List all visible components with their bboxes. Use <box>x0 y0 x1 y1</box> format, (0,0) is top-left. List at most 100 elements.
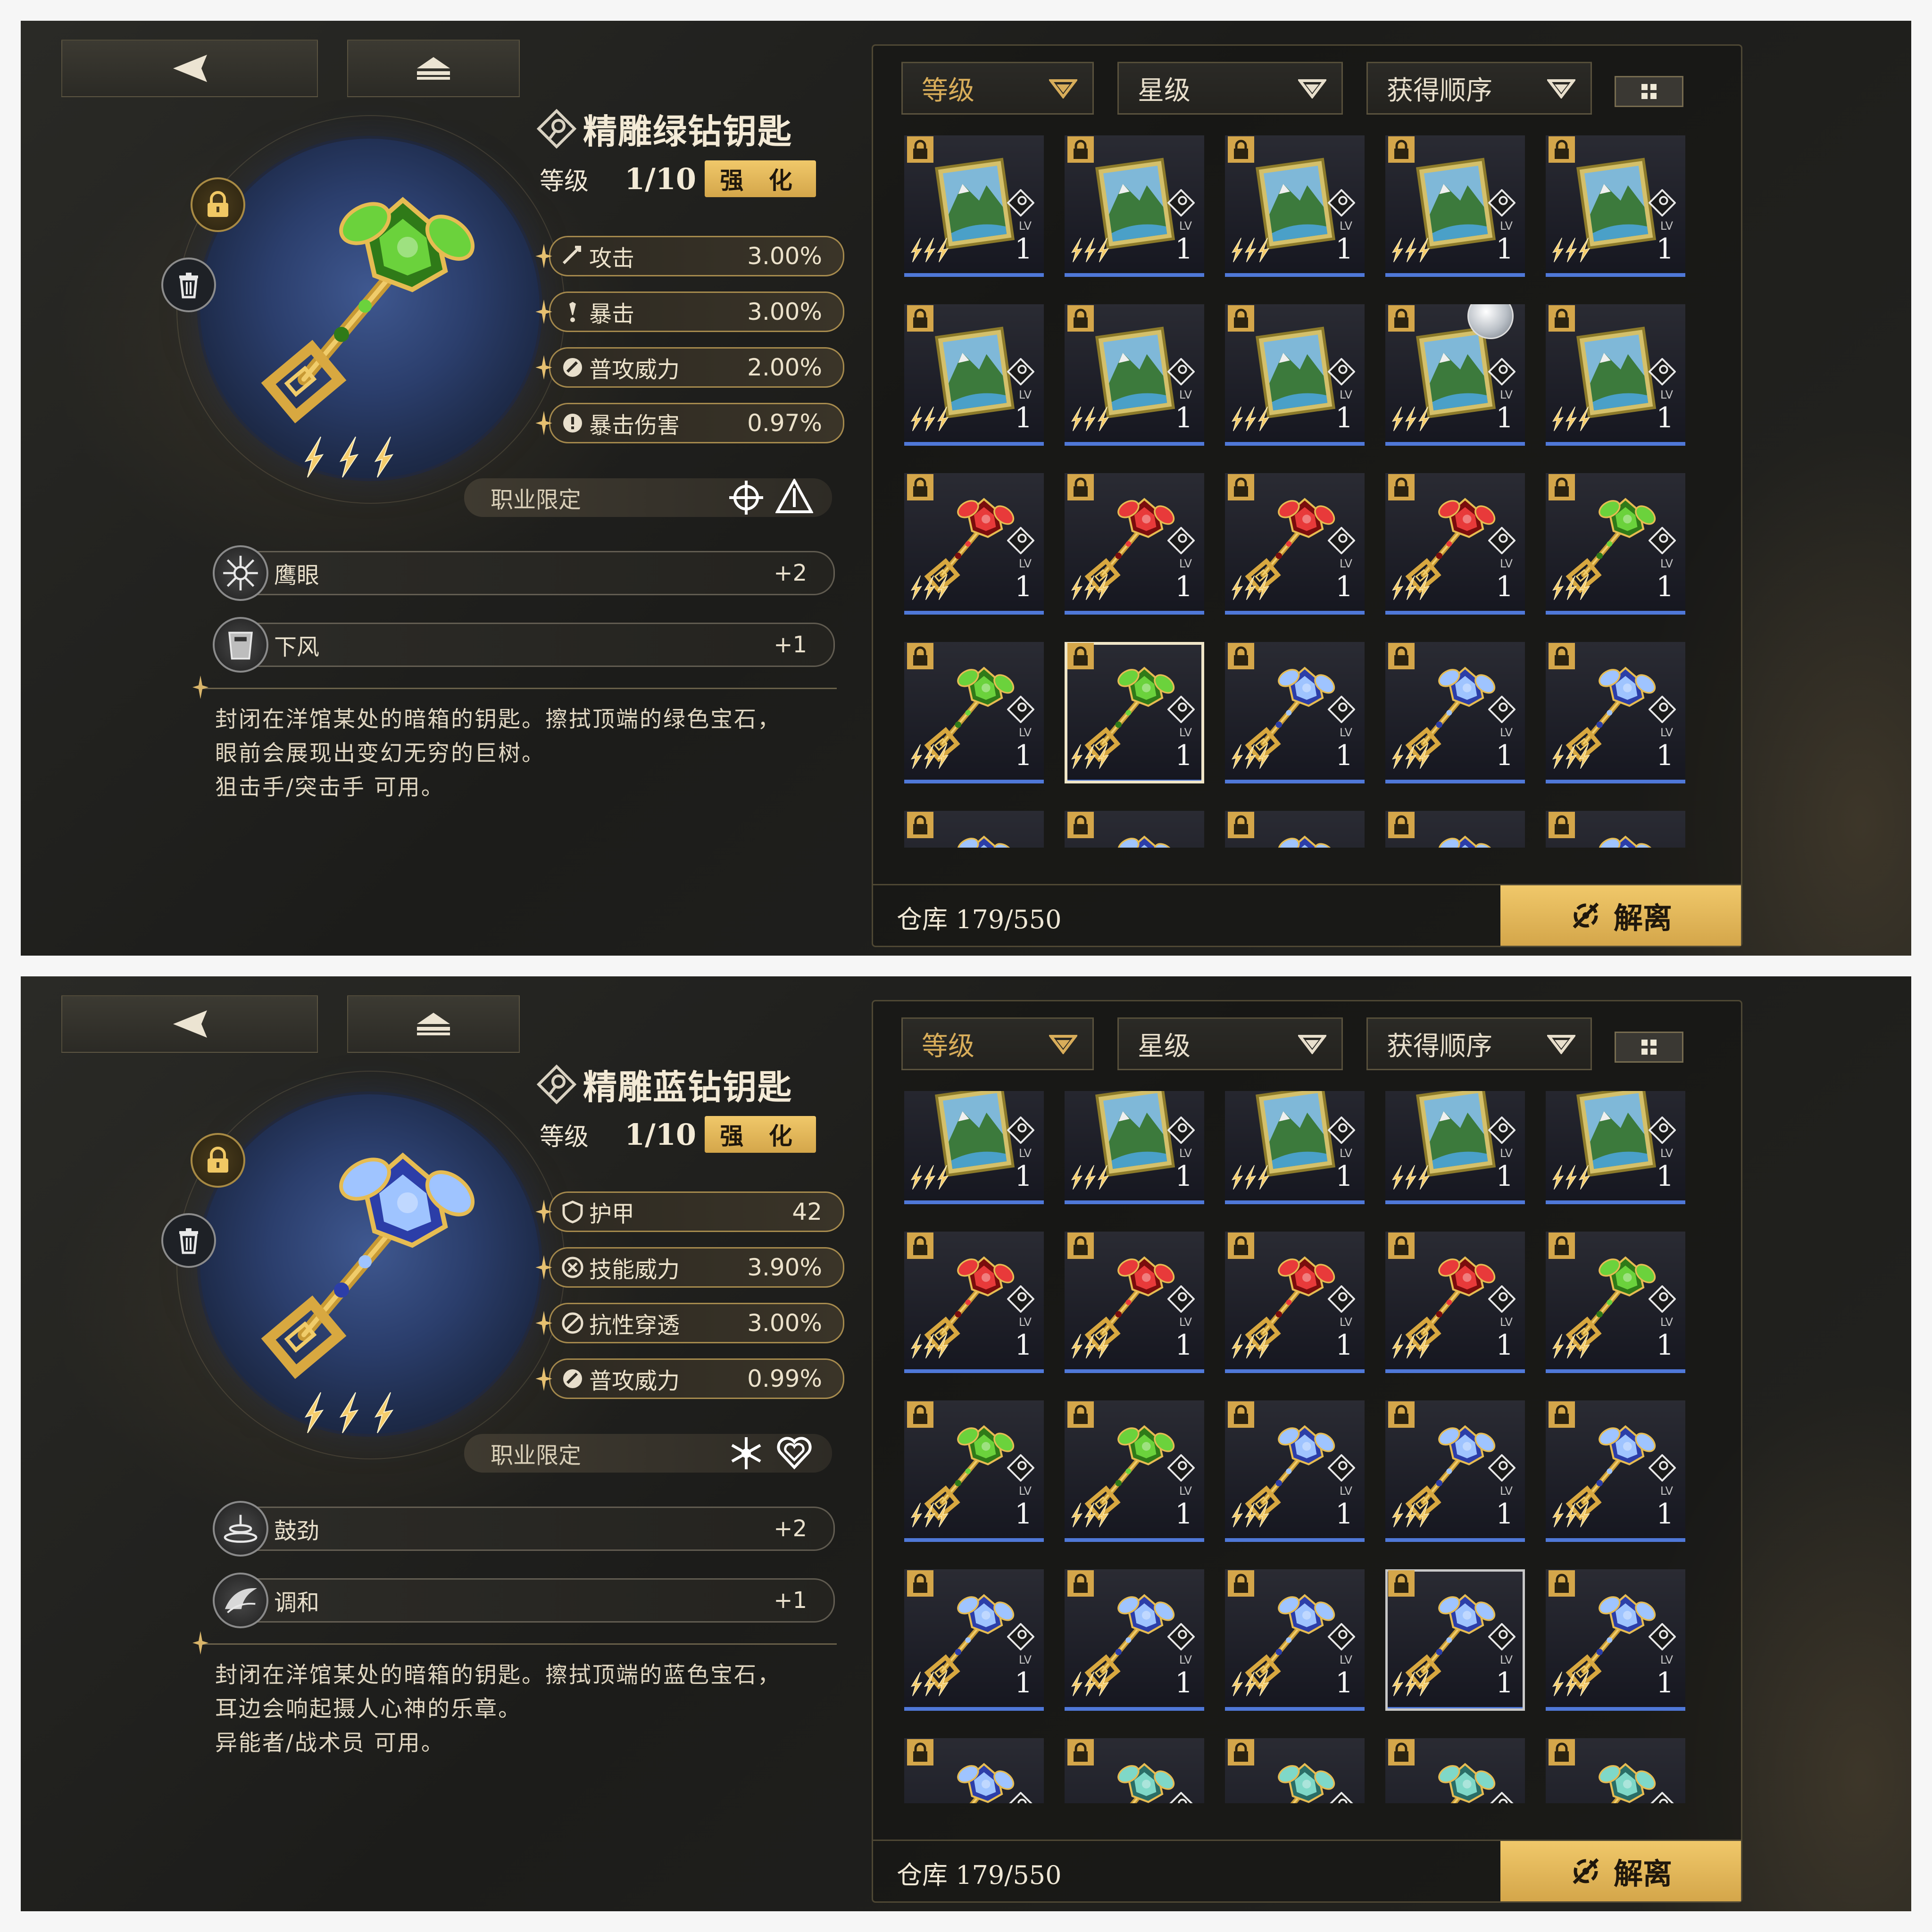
blue-gem-key-icon <box>1438 835 1496 848</box>
enhance-button[interactable]: 强 化 <box>705 160 816 197</box>
inventory-item-slot[interactable]: LV1 <box>1225 473 1365 615</box>
inventory-item-slot[interactable]: LV1 <box>1546 1400 1685 1542</box>
item-level: 1 <box>1656 233 1674 266</box>
inventory-item-slot[interactable]: LV1 <box>1225 135 1365 277</box>
grid-view-toggle[interactable] <box>1615 76 1683 107</box>
inventory-item-slot[interactable]: LV1 <box>1385 1738 1525 1803</box>
item-stars <box>1392 237 1430 263</box>
home-button[interactable] <box>347 995 520 1053</box>
inventory-item-slot[interactable]: LV1 <box>1225 1091 1365 1204</box>
star-icon <box>1258 1333 1269 1359</box>
star-icon <box>924 1502 935 1528</box>
sort-filter-dropdown[interactable]: 获得顺序 <box>1366 62 1592 115</box>
sort-filter-dropdown[interactable]: 星级 <box>1117 62 1343 115</box>
star-rating <box>300 436 441 483</box>
inventory-item-slot[interactable]: LV1 <box>904 1400 1044 1542</box>
inventory-item-slot[interactable]: LV1 <box>1385 811 1525 848</box>
inventory-item-slot[interactable]: LV1 <box>1225 304 1365 446</box>
star-icon <box>1084 406 1096 432</box>
inventory-item-slot[interactable]: LV1 <box>1065 473 1204 615</box>
inventory-item-slot[interactable]: LV1 <box>904 811 1044 848</box>
inventory-item-slot[interactable]: LV1 <box>1385 473 1525 615</box>
inventory-item-slot[interactable]: LV1 <box>1225 1232 1365 1373</box>
level-tag: LV <box>1339 1653 1352 1666</box>
inventory-item-slot[interactable]: LV1 <box>1065 642 1204 783</box>
inventory-item-slot[interactable]: LV1 <box>1546 1738 1685 1803</box>
inventory-item-slot[interactable]: LV1 <box>1546 1091 1685 1204</box>
inventory-item-slot[interactable]: LV1 <box>1546 811 1685 848</box>
skill-row[interactable]: 调和 +1 <box>213 1573 835 1628</box>
sort-filter-dropdown[interactable]: 星级 <box>1117 1017 1343 1070</box>
skill-row[interactable]: 鹰眼 +2 <box>213 545 835 601</box>
back-button[interactable] <box>61 40 318 97</box>
lock-button[interactable] <box>191 1133 245 1188</box>
inventory-item-slot[interactable]: LV1 <box>904 1569 1044 1711</box>
home-button[interactable] <box>347 40 520 97</box>
sort-filter-dropdown[interactable]: 获得顺序 <box>1366 1017 1592 1070</box>
inventory-item-slot[interactable]: LV1 <box>904 135 1044 277</box>
inventory-item-slot[interactable]: LV1 <box>1065 135 1204 277</box>
inventory-item-slot[interactable]: LV1 <box>1065 1091 1204 1204</box>
inventory-item-slot[interactable]: LV1 <box>1546 642 1685 783</box>
inventory-item-slot[interactable]: LV1 <box>1065 1232 1204 1373</box>
skill-row[interactable]: 鼓劲 +2 <box>213 1501 835 1557</box>
inventory-item-slot[interactable]: LV1 <box>1385 304 1525 446</box>
star-icon <box>1245 406 1256 432</box>
inventory-item-slot[interactable]: LV1 <box>1225 1569 1365 1711</box>
inventory-item-slot[interactable]: LV1 <box>1065 811 1204 848</box>
skill-row[interactable]: 下风 +1 <box>213 617 835 673</box>
sort-filter-dropdown[interactable]: 等级 <box>901 1017 1094 1070</box>
inventory-item-slot[interactable]: LV1 <box>1546 135 1685 277</box>
star-icon <box>1552 1333 1564 1359</box>
filter-bar: 等级 星级 获得顺序 <box>901 1017 1592 1070</box>
release-button[interactable]: 解离 <box>1500 1841 1741 1901</box>
description-divider <box>192 675 837 699</box>
snowflake-icon <box>731 1437 761 1469</box>
inventory-item-slot[interactable]: LV1 <box>1385 642 1525 783</box>
item-level: 1 <box>1174 1666 1193 1699</box>
star-icon <box>1418 1333 1430 1359</box>
lock-button[interactable] <box>191 177 245 232</box>
inventory-item-slot[interactable]: LV1 <box>904 642 1044 783</box>
level-tag: LV <box>1018 1653 1032 1666</box>
inventory-item-slot[interactable]: LV1 <box>1546 1232 1685 1373</box>
inventory-item-slot[interactable]: LV1 <box>904 473 1044 615</box>
inventory-item-slot[interactable]: LV1 <box>1385 135 1525 277</box>
inventory-item-slot[interactable]: LV1 <box>1546 1569 1685 1711</box>
inventory-item-slot[interactable]: LV1 <box>1225 642 1365 783</box>
inventory-item-slot[interactable]: LV1 <box>904 1091 1044 1204</box>
inventory-footer: 仓库 179/550 解离 <box>873 884 1741 946</box>
star-icon <box>924 406 935 432</box>
release-button[interactable]: 解离 <box>1500 885 1741 946</box>
inventory-item-slot[interactable]: LV1 <box>1385 1091 1525 1204</box>
sort-filter-dropdown[interactable]: 等级 <box>901 62 1094 115</box>
item-level: 1 <box>1656 1498 1674 1531</box>
inventory-item-slot[interactable]: LV1 <box>904 1738 1044 1803</box>
back-button[interactable] <box>61 995 318 1053</box>
discard-button[interactable] <box>161 1213 216 1268</box>
inventory-item-slot[interactable]: LV1 <box>1385 1232 1525 1373</box>
stat-row: 技能威力 3.90% <box>535 1247 844 1288</box>
discard-button[interactable] <box>161 258 216 312</box>
inventory-item-slot[interactable]: LV1 <box>1065 1400 1204 1542</box>
item-stars <box>1071 575 1109 600</box>
inventory-item-slot[interactable]: LV1 <box>1385 1569 1525 1711</box>
level-tag: LV <box>1660 219 1673 233</box>
star-icon <box>1098 744 1109 769</box>
inventory-item-slot[interactable]: LV1 <box>1065 1569 1204 1711</box>
inventory-item-slot[interactable]: LV1 <box>1546 473 1685 615</box>
inventory-item-slot[interactable]: LV1 <box>1065 304 1204 446</box>
job-restriction-bar: 职业限定 <box>464 1434 832 1473</box>
star-icon <box>1566 406 1577 432</box>
inventory-item-slot[interactable]: LV1 <box>1546 304 1685 446</box>
inventory-item-slot[interactable]: LV1 <box>1385 1400 1525 1542</box>
enhance-button[interactable]: 强 化 <box>705 1116 816 1153</box>
inventory-item-slot[interactable]: LV1 <box>904 1232 1044 1373</box>
inventory-item-slot[interactable]: LV1 <box>1225 1738 1365 1803</box>
inventory-item-slot[interactable]: LV1 <box>1225 811 1365 848</box>
inventory-item-slot[interactable]: LV1 <box>904 304 1044 446</box>
star-icon <box>1258 575 1269 600</box>
inventory-item-slot[interactable]: LV1 <box>1225 1400 1365 1542</box>
inventory-item-slot[interactable]: LV1 <box>1065 1738 1204 1803</box>
grid-view-toggle[interactable] <box>1615 1032 1683 1063</box>
